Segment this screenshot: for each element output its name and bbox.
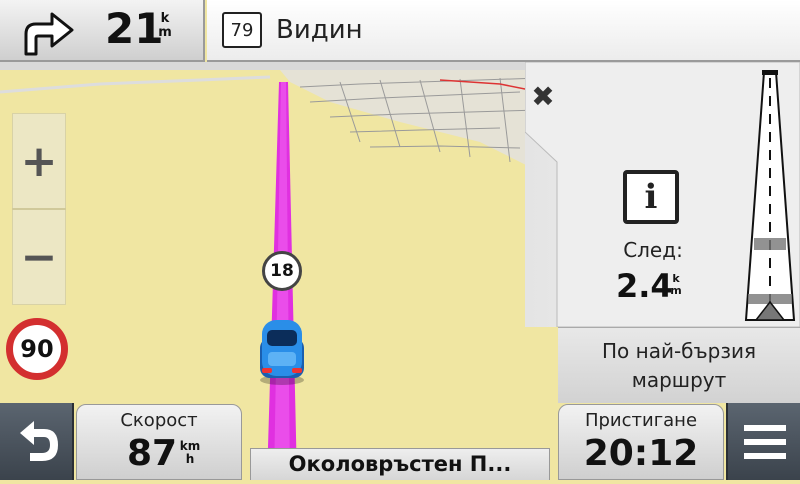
arrival-label: Пристигане	[584, 410, 698, 431]
zoom-out-button[interactable]: −	[12, 209, 66, 305]
menu-button[interactable]	[726, 403, 800, 480]
speed-unit: km h	[179, 439, 201, 466]
turn-distance: 21	[105, 4, 164, 53]
next-label: След:	[623, 238, 683, 262]
turn-right-arrow-icon	[24, 12, 74, 56]
current-road-name: Околовръстен П...	[288, 452, 512, 476]
speed-label: Скорост	[120, 410, 198, 431]
next-distance: 2.4	[616, 267, 673, 305]
route-number-badge: 18	[262, 251, 302, 291]
next-street-name: Видин	[276, 15, 363, 45]
turn-distance-unit: km	[158, 11, 172, 40]
back-button[interactable]	[0, 403, 74, 480]
back-arrow-icon	[20, 421, 58, 461]
road-progress-icon	[744, 70, 796, 321]
road-number-shield: 79	[222, 12, 262, 48]
speed-limit-sign: 90	[6, 318, 68, 380]
route-type-line1: По най-бързия	[601, 338, 756, 363]
menu-icon	[744, 425, 786, 459]
speed-value: 87	[127, 433, 178, 474]
route-type-label: По най-бързия маршрут	[558, 327, 800, 403]
next-distance-unit: km	[670, 272, 682, 297]
car-position-icon	[260, 320, 304, 385]
zoom-in-button[interactable]: +	[12, 113, 66, 209]
route-type-line2: маршрут	[631, 367, 727, 392]
close-icon[interactable]: ✖	[530, 83, 556, 111]
info-icon: i	[623, 170, 679, 224]
arrival-time: 20:12	[583, 433, 699, 474]
